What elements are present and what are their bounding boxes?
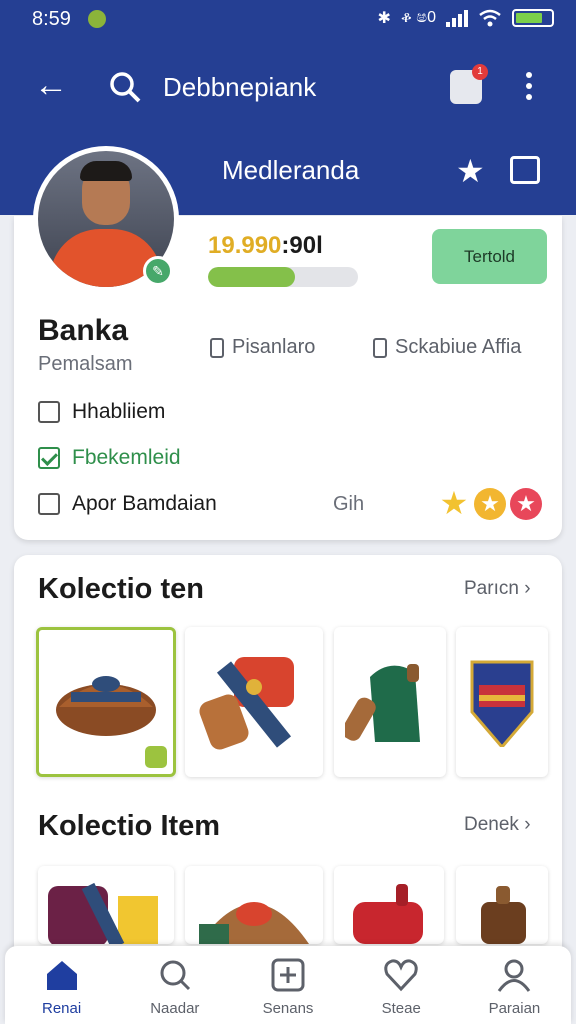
user-name: Banka xyxy=(38,314,129,347)
tag-icon xyxy=(373,337,387,358)
heart-icon xyxy=(384,959,418,992)
helmet-icon xyxy=(199,902,309,944)
back-arrow-icon[interactable]: ← xyxy=(34,68,68,102)
follow-button[interactable]: Tertold xyxy=(432,229,547,284)
nav-item-search[interactable]: Naadar xyxy=(118,946,231,1024)
collection-item[interactable] xyxy=(36,627,176,777)
checkbox-label: Fbekemleid xyxy=(72,446,181,469)
nav-item-profile[interactable]: Paraian xyxy=(458,946,571,1024)
grid-icon xyxy=(271,958,305,992)
points-gold: 19.990 xyxy=(208,232,282,259)
checkbox-item[interactable]: Fbekemleid xyxy=(38,446,181,470)
jersey-icon xyxy=(48,882,158,944)
signal-icon xyxy=(446,9,468,27)
nav-item-grid[interactable]: Senans xyxy=(231,946,344,1024)
avatar[interactable]: ✎ xyxy=(33,146,179,292)
points-value: 19.990:90l xyxy=(208,232,323,260)
checkbox-icon[interactable] xyxy=(38,401,60,423)
bluetooth-icon: ✱ xyxy=(377,10,391,27)
leather-pouch-icon xyxy=(56,676,156,736)
progress-bar xyxy=(208,267,358,287)
search-input[interactable] xyxy=(163,72,413,103)
nav-label: Renai xyxy=(42,1000,82,1017)
chevron-right-icon: › xyxy=(524,814,531,835)
star-badge-icon: ★ xyxy=(474,488,506,520)
tag-1[interactable]: Pisanlaro xyxy=(210,336,315,359)
gih-label: Gih xyxy=(333,493,365,515)
collection-item[interactable] xyxy=(185,627,323,777)
collection-item[interactable] xyxy=(38,866,174,944)
star-badge-icon: ★ xyxy=(439,485,469,521)
bottom-nav: Renai Naadar Senans Steae Paraian xyxy=(5,946,571,1024)
red-bag-icon xyxy=(353,884,423,944)
search-icon[interactable] xyxy=(108,70,142,104)
status-bar: 8:59 ✱ ቆ ෂ0 xyxy=(0,6,576,34)
bag-badge: 1 xyxy=(472,64,488,80)
see-more-link[interactable]: Denek › xyxy=(464,814,531,836)
section-title: Kolectio Item xyxy=(38,810,221,842)
chevron-right-icon: › xyxy=(524,578,531,599)
checkbox-label: Apor Bamdaian xyxy=(72,492,217,515)
progress-fill xyxy=(208,267,295,287)
edit-icon[interactable]: ✎ xyxy=(143,256,173,286)
collection-item[interactable] xyxy=(334,866,444,944)
person-icon xyxy=(498,959,531,992)
star-icon[interactable]: ★ xyxy=(456,152,485,190)
user-role: Pemalsam xyxy=(38,353,133,375)
checkbox-label: Hhabliiem xyxy=(72,400,166,423)
section-title: Kolectio ten xyxy=(38,573,204,605)
tag-2[interactable]: Sckabiue Affia xyxy=(373,336,521,359)
collection-item[interactable] xyxy=(456,866,548,944)
tag-icon xyxy=(210,337,224,358)
share-icon[interactable] xyxy=(510,156,540,184)
badge-row: ★ ★ ★ xyxy=(438,485,542,521)
network-label: ቆ ෂ0 xyxy=(400,9,436,26)
checkbox-item[interactable]: Apor Bamdaian xyxy=(38,492,217,516)
profile-header-name: Medleranda xyxy=(222,155,360,185)
top-bar: ← 1 xyxy=(0,60,576,110)
nav-label: Paraian xyxy=(488,1000,541,1017)
club-crest-icon xyxy=(470,660,534,747)
bag-icon[interactable]: 1 xyxy=(450,64,488,104)
collection-item[interactable] xyxy=(185,866,323,944)
star-badge-icon: ★ xyxy=(510,488,542,520)
more-options-icon[interactable] xyxy=(526,72,532,105)
tag-2-label: Sckabiue Affia xyxy=(395,336,522,358)
checkbox-icon[interactable] xyxy=(38,493,60,515)
wifi-icon xyxy=(479,9,501,27)
checkbox-checked-icon[interactable] xyxy=(38,447,60,469)
tag-1-label: Pisanlaro xyxy=(232,336,316,358)
see-more-link[interactable]: Parıcn › xyxy=(464,578,531,600)
battery-icon xyxy=(512,9,554,27)
status-time: 8:59 xyxy=(32,8,71,30)
home-icon xyxy=(46,961,77,990)
nav-item-home[interactable]: Renai xyxy=(5,946,118,1024)
collection-item[interactable] xyxy=(334,627,446,777)
see-more-label: Denek xyxy=(464,814,519,835)
nav-label: Senans xyxy=(262,1000,314,1017)
selected-badge-icon xyxy=(145,746,167,768)
search-icon xyxy=(160,960,190,991)
notification-icon xyxy=(88,10,106,28)
nav-item-favorites[interactable]: Steae xyxy=(345,946,458,1024)
points-rest: :90l xyxy=(281,232,323,259)
checkbox-item[interactable]: Hhabliiem xyxy=(38,400,165,424)
nav-label: Steae xyxy=(381,1000,421,1017)
armor-set-icon xyxy=(199,657,294,750)
see-more-label: Parıcn xyxy=(464,578,519,599)
green-backpack-icon xyxy=(345,664,420,742)
satchel-icon xyxy=(481,886,526,944)
collection-item[interactable] xyxy=(456,627,548,777)
nav-label: Naadar xyxy=(150,1000,200,1017)
